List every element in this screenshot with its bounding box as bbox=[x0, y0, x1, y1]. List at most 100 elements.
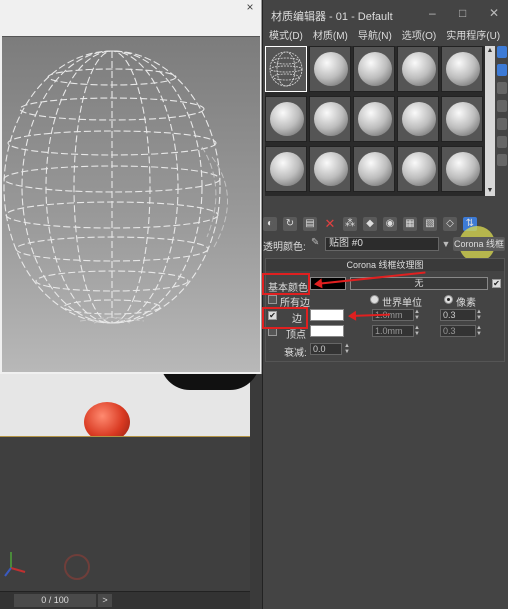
sphere-thumbnail-icon bbox=[446, 52, 480, 86]
sample-slot[interactable] bbox=[397, 146, 439, 192]
edge-highlight-box bbox=[262, 307, 308, 329]
map-name-row: 透明颜色: ✎ 贴图 #0 ▼ Corona 线框 bbox=[263, 236, 508, 253]
material-id-icon[interactable]: ◉ bbox=[383, 217, 397, 231]
sample-slot[interactable] bbox=[441, 46, 483, 92]
sphere-thumbnail-icon bbox=[358, 152, 392, 186]
chevron-down-icon[interactable]: ▼ bbox=[441, 237, 451, 251]
sphere-thumbnail-icon bbox=[446, 102, 480, 136]
editor-menu-bar: 模式(D) 材质(M) 导航(N) 选项(O) 实用程序(U) bbox=[263, 28, 508, 46]
scroll-up-icon[interactable]: ▲ bbox=[485, 46, 495, 56]
menu-mode[interactable]: 模式(D) bbox=[269, 28, 303, 46]
wire-sphere-thumbnail-icon bbox=[269, 51, 303, 87]
sample-slot[interactable] bbox=[309, 46, 351, 92]
slots-scrollbar[interactable]: ▲ ▼ bbox=[485, 46, 495, 196]
delete-icon[interactable]: ✕ bbox=[323, 217, 337, 231]
render-canvas bbox=[2, 36, 260, 372]
put-to-library-icon[interactable]: ◆ bbox=[363, 217, 377, 231]
sphere-thumbnail-icon bbox=[314, 52, 348, 86]
edge-color-swatch[interactable] bbox=[310, 309, 344, 321]
falloff-label: 衰减: bbox=[284, 348, 307, 359]
sphere-thumbnail-icon bbox=[446, 152, 480, 186]
scroll-down-icon[interactable]: ▼ bbox=[485, 186, 495, 196]
sample-slots bbox=[265, 46, 485, 196]
wire-texture-rollout: Corona 线框纹理图 基本颜色: 无 ✔ 所有边 世界单位 像素 ✔ 边 1… bbox=[262, 258, 505, 362]
menu-material[interactable]: 材质(M) bbox=[313, 28, 348, 46]
world-units-radio[interactable] bbox=[370, 295, 379, 304]
show-in-viewport-icon[interactable]: ▦ bbox=[403, 217, 417, 231]
make-unique-icon[interactable]: ⁂ bbox=[343, 217, 357, 231]
sphere-thumbnail-icon bbox=[358, 52, 392, 86]
pixels-radio[interactable] bbox=[444, 295, 453, 304]
video-check-icon[interactable] bbox=[497, 118, 507, 130]
sample-slot[interactable] bbox=[353, 46, 395, 92]
timeline[interactable]: 0 / 100 > bbox=[0, 591, 250, 609]
put-to-scene-icon[interactable]: ↻ bbox=[283, 217, 297, 231]
sphere-thumbnail-icon bbox=[402, 102, 436, 136]
vertex-world-spinner[interactable]: 1.0mm bbox=[372, 325, 414, 337]
base-color-highlight-box bbox=[262, 273, 310, 295]
sample-slot[interactable] bbox=[397, 46, 439, 92]
spinner-arrows-icon[interactable]: ▲ ▼ bbox=[414, 309, 420, 321]
get-material-icon[interactable]: ◐ bbox=[263, 217, 277, 231]
sample-slot[interactable] bbox=[353, 146, 395, 192]
sphere-thumbnail-icon bbox=[402, 52, 436, 86]
sample-type-icon[interactable] bbox=[497, 46, 507, 58]
axis-gizmo-icon bbox=[4, 552, 26, 577]
spinner-arrows-icon[interactable]: ▲ ▼ bbox=[414, 325, 420, 337]
spinner-arrows-icon[interactable]: ▲ ▼ bbox=[476, 309, 482, 321]
close-preview-button[interactable]: × bbox=[243, 0, 257, 14]
sample-slot[interactable] bbox=[397, 96, 439, 142]
background-icon[interactable] bbox=[497, 82, 507, 94]
sample-slot[interactable] bbox=[265, 96, 307, 142]
sphere-thumbnail-icon bbox=[358, 102, 392, 136]
sphere-thumbnail-icon bbox=[270, 102, 304, 136]
menu-navigation[interactable]: 导航(N) bbox=[358, 28, 392, 46]
sample-slot[interactable] bbox=[265, 146, 307, 192]
map-name-field[interactable]: 贴图 #0 bbox=[325, 237, 439, 251]
sample-slot[interactable] bbox=[441, 96, 483, 142]
sample-slot[interactable] bbox=[441, 146, 483, 192]
sample-slot[interactable] bbox=[353, 96, 395, 142]
sphere-thumbnail-icon bbox=[314, 152, 348, 186]
side-toolbar bbox=[497, 46, 508, 206]
sphere-thumbnail-icon bbox=[314, 102, 348, 136]
opacity-color-label: 透明颜色: bbox=[263, 242, 306, 253]
sample-slot[interactable] bbox=[309, 146, 351, 192]
minimize-button[interactable]: – bbox=[429, 6, 436, 20]
spinner-arrows-icon[interactable]: ▲ ▼ bbox=[344, 343, 350, 355]
sample-slot[interactable] bbox=[309, 96, 351, 142]
all-edges-checkbox[interactable] bbox=[268, 295, 277, 304]
close-editor-button[interactable]: ✕ bbox=[489, 6, 499, 20]
base-color-map-checkbox[interactable]: ✔ bbox=[492, 279, 501, 288]
spinner-arrows-icon[interactable]: ▲ ▼ bbox=[476, 325, 482, 337]
falloff-spinner[interactable]: 0.0 bbox=[310, 343, 342, 355]
editor-title: 材质编辑器 - 01 - Default bbox=[271, 11, 393, 23]
map-type-button[interactable]: Corona 线框 bbox=[453, 237, 505, 251]
maximize-button[interactable]: □ bbox=[459, 6, 466, 20]
editor-title-bar[interactable]: 材质编辑器 - 01 - Default – □ ✕ bbox=[263, 0, 508, 28]
eyedropper-icon[interactable]: ✎ bbox=[311, 237, 321, 249]
render-preview-window: × bbox=[0, 0, 262, 374]
next-frame-button[interactable]: > bbox=[98, 594, 112, 607]
edge-pixel-spinner[interactable]: 0.3 bbox=[440, 309, 476, 321]
vertex-color-swatch[interactable] bbox=[310, 325, 344, 337]
uv-tiling-icon[interactable] bbox=[497, 100, 507, 112]
menu-utilities[interactable]: 实用程序(U) bbox=[446, 28, 500, 46]
go-to-parent-icon[interactable]: ◇ bbox=[443, 217, 457, 231]
make-preview-icon[interactable] bbox=[497, 136, 507, 148]
world-units-label: 世界单位 bbox=[382, 298, 422, 309]
sphere-thumbnail-icon bbox=[402, 152, 436, 186]
options-icon[interactable] bbox=[497, 154, 507, 166]
assign-to-selection-icon[interactable]: ▤ bbox=[303, 217, 317, 231]
sample-slot-1[interactable] bbox=[265, 46, 307, 92]
menu-options[interactable]: 选项(O) bbox=[402, 28, 436, 46]
show-end-result-icon[interactable]: ▧ bbox=[423, 217, 437, 231]
sphere-thumbnail-icon bbox=[270, 152, 304, 186]
viewport-lower-area bbox=[0, 436, 250, 591]
vertex-pixel-spinner[interactable]: 0.3 bbox=[440, 325, 476, 337]
time-slider[interactable]: 0 / 100 bbox=[14, 594, 96, 607]
cursor-ring-icon bbox=[64, 554, 90, 580]
backlight-icon[interactable] bbox=[497, 64, 507, 76]
rollout-title[interactable]: Corona 线框纹理图 bbox=[266, 259, 504, 271]
material-editor-window: 材质编辑器 - 01 - Default – □ ✕ 模式(D) 材质(M) 导… bbox=[262, 0, 508, 609]
